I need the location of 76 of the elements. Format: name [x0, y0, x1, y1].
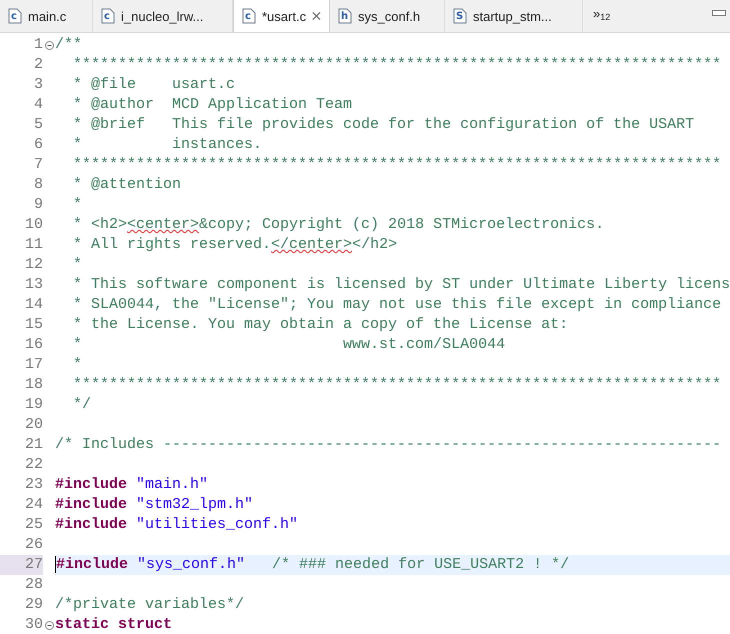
line-number: 7 [32, 155, 43, 175]
line-number: 11 [24, 235, 43, 255]
fold-collapse-icon[interactable] [44, 620, 54, 630]
line-number: 28 [24, 575, 43, 595]
line-number: 27 [0, 555, 43, 575]
line-number: 10 [24, 215, 43, 235]
line-number: 16 [24, 335, 43, 355]
code-comment: * [72, 256, 82, 273]
code-keyword: #include [55, 476, 128, 493]
line-number: 24 [24, 495, 43, 515]
line-number: 15 [24, 315, 43, 335]
line-number: 3 [32, 75, 43, 95]
line-number: 4 [32, 95, 43, 115]
code-keyword: static struct [55, 616, 172, 633]
code-comment: * @file usart.c [72, 76, 236, 93]
code-comment: ************************************************************************ [72, 376, 722, 393]
line-number: 19 [24, 395, 43, 415]
code-comment: <center> [127, 216, 200, 233]
line-number: 9 [32, 195, 43, 215]
line-number: 5 [32, 115, 43, 135]
minimize-button[interactable] [712, 10, 726, 16]
code-comment: */ [72, 396, 92, 413]
close-icon[interactable] [312, 11, 321, 21]
code-comment: * [72, 196, 82, 213]
code-comment: * the License. You may obtain a copy of the License at: [72, 316, 568, 333]
file-icon: c [8, 8, 22, 24]
line-number: 25 [24, 515, 43, 535]
code-comment: * All rights reserved. [72, 236, 272, 253]
code-comment: * <h2> [72, 216, 128, 233]
line-number: 6 [32, 135, 43, 155]
file-icon: c [101, 8, 115, 24]
code-comment: /** [55, 36, 82, 53]
line-number: 26 [24, 535, 43, 555]
code-keyword: #include [55, 516, 128, 533]
line-number: 29 [24, 595, 43, 615]
line-number: 8 [32, 175, 43, 195]
code-comment: * @brief This file provides code for the configuration of the USART [72, 116, 694, 133]
line-number: 14 [24, 295, 43, 315]
line-number: 22 [24, 455, 43, 475]
code-comment: * @author MCD Application Team [72, 96, 352, 113]
line-number: 17 [24, 355, 43, 375]
line-number: 13 [24, 275, 43, 295]
code-keyword: #include [55, 496, 128, 513]
code-comment: * SLA0044, the "License"; You may not use this file except in compliance [72, 296, 722, 313]
code-string: "utilities_conf.h" [136, 516, 298, 533]
text-cursor [55, 556, 56, 573]
line-number: 21 [24, 435, 43, 455]
code-comment: * @attention [72, 176, 182, 193]
code-comment: * www.st.com/SLA0044 [72, 336, 506, 353]
code-comment: &copy; Copyright (c) 2018 STMicroelectronics. [199, 216, 604, 233]
code-comment: /* Includes -------------------------------------------------------------- [55, 436, 722, 453]
code-comment: * instances. [72, 136, 262, 153]
line-number: 1 [32, 35, 43, 55]
code-keyword: #include [56, 556, 128, 573]
line-number: 23 [24, 475, 43, 495]
line-number: 30 [24, 615, 43, 634]
code-string: "main.h" [136, 476, 208, 493]
file-icon: h [338, 8, 352, 24]
code-string: "sys_conf.h" [137, 556, 246, 573]
editor-tab[interactable]: c *usart.c [233, 0, 330, 32]
code-comment: ************************************************************************ [72, 156, 722, 173]
line-number: 20 [24, 415, 43, 435]
code-comment: /* ### needed for USE_USART2 ! */ [272, 556, 570, 573]
code-comment: </h2> [352, 236, 398, 253]
code-comment: * [72, 356, 82, 373]
code-comment: </center> [271, 236, 352, 253]
fold-collapse-icon[interactable] [44, 40, 54, 50]
line-number: 18 [24, 375, 43, 395]
file-icon: S [453, 8, 467, 24]
code-comment: * This software component is licensed by ST under Ultimate Liberty licens [72, 276, 730, 293]
line-number: 12 [24, 255, 43, 275]
code-comment: /*private variables*/ [55, 596, 244, 613]
code-string: "stm32_lpm.h" [136, 496, 254, 513]
line-number: 2 [32, 55, 43, 75]
code-comment: ************************************************************************ [72, 56, 722, 73]
file-icon: c [242, 8, 256, 24]
